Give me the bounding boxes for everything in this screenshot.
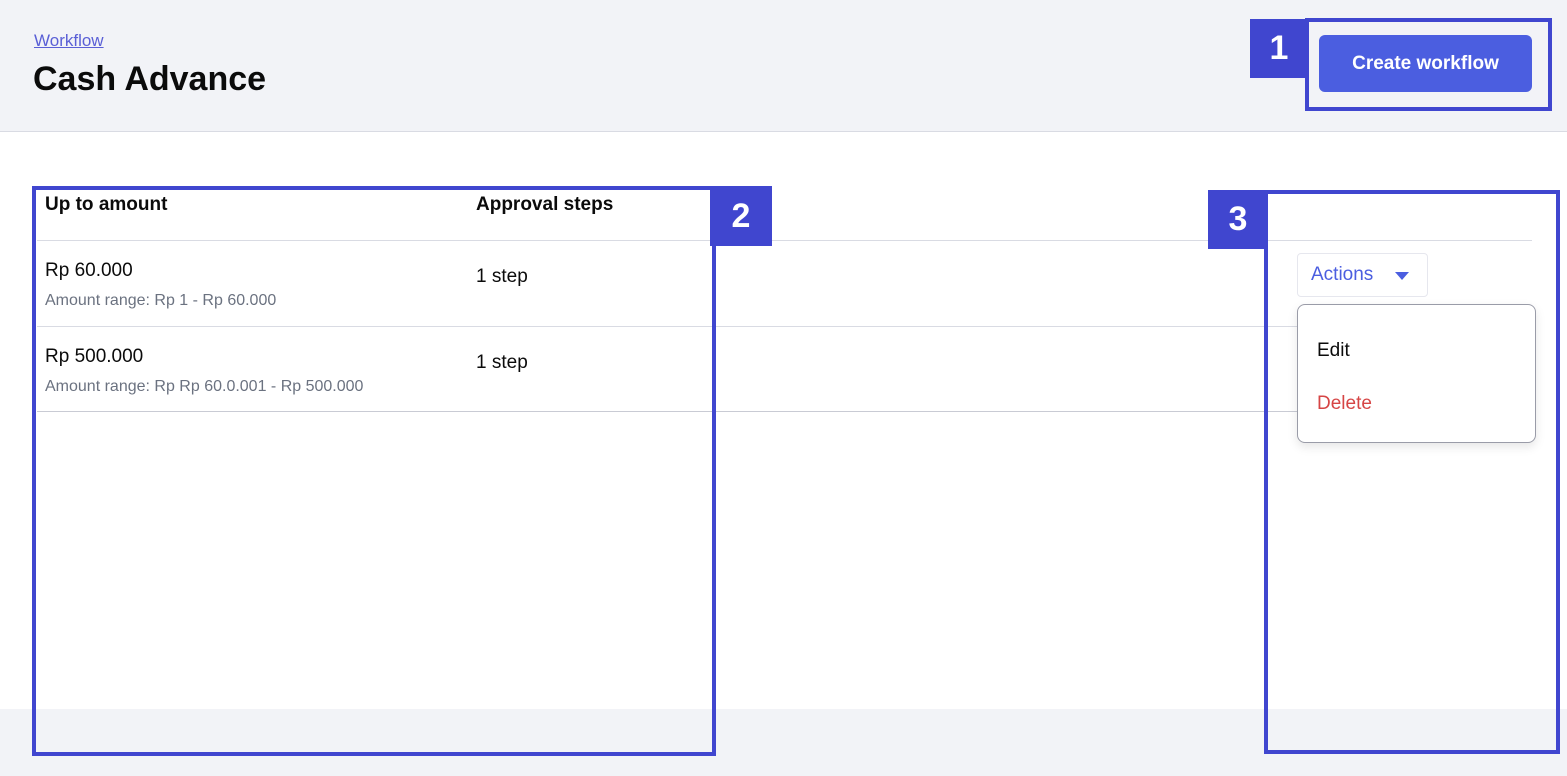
annotation-tag-1: 1 [1250,19,1308,78]
annotation-box-1 [1305,18,1552,111]
breadcrumb-workflow-link[interactable]: Workflow [34,31,104,51]
annotation-box-3 [1264,190,1560,754]
annotation-box-2 [32,186,716,756]
annotation-tag-2: 2 [710,186,772,246]
annotation-tag-3: 3 [1208,190,1268,249]
page-title: Cash Advance [33,60,267,98]
